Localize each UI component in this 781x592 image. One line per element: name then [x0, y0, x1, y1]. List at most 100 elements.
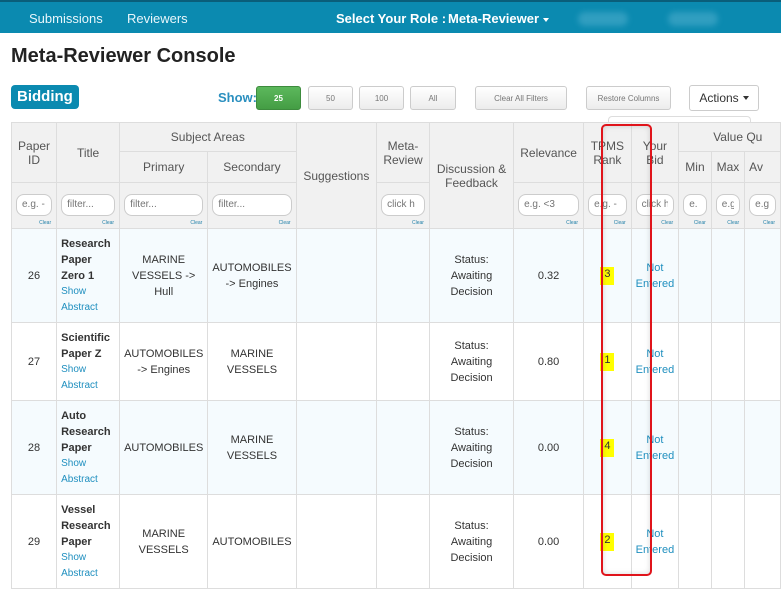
- header-value-quality: Value Qu: [678, 122, 781, 152]
- min-filter-input[interactable]: [683, 193, 707, 216]
- bid-cell: Not Entered: [630, 400, 680, 495]
- show-abstract-link[interactable]: Show Abstract: [61, 362, 115, 394]
- page-size-100-button[interactable]: 100: [359, 86, 404, 110]
- show-abstract-text: Show: [61, 457, 87, 469]
- tpms-rank-cell: 1: [583, 322, 632, 401]
- secondary-area-cell: MARINE VESSELS: [207, 322, 297, 401]
- table-row: 28 Auto Research Paper Show Abstract AUTOMOB…: [10, 400, 781, 495]
- clear-filter-link[interactable]: Clear: [190, 220, 202, 226]
- primary-area-cell: AUTOMOBILES: [119, 400, 209, 495]
- title-filter-input[interactable]: [61, 193, 116, 216]
- discussion-cell: Status: Awaiting Decision: [428, 228, 515, 323]
- show-abstract-text: Abstract: [61, 473, 98, 485]
- header-title[interactable]: Title: [56, 122, 121, 183]
- header-secondary[interactable]: Secondary: [207, 151, 297, 183]
- tpms-rank-value: 4: [600, 438, 615, 457]
- title-cell: Auto Research Paper Show Abstract: [56, 400, 121, 495]
- header-relevance[interactable]: Relevance: [513, 122, 585, 183]
- filter-cell-paper-id: Clear: [10, 182, 58, 229]
- filter-cell-meta-review: Clear: [376, 182, 430, 229]
- meta-review-filter-input[interactable]: [381, 193, 425, 216]
- page-size-all-button[interactable]: All: [410, 86, 456, 110]
- paper-id-cell: 29: [10, 494, 58, 589]
- clear-filter-link[interactable]: Clear: [694, 220, 706, 226]
- show-abstract-text: Abstract: [61, 379, 98, 391]
- header-tpms-rank[interactable]: TPMS Rank: [583, 122, 632, 183]
- primary-filter-input[interactable]: [124, 193, 204, 216]
- max-cell: [710, 400, 746, 495]
- clear-filter-link[interactable]: Clear: [279, 220, 291, 226]
- page-size-25-button[interactable]: 25: [256, 86, 301, 110]
- show-abstract-text: Show: [61, 551, 87, 563]
- bid-link[interactable]: Not Entered: [636, 262, 675, 290]
- clear-filter-link[interactable]: Clear: [661, 220, 673, 226]
- primary-area-cell: MARINE VESSELS: [119, 494, 209, 589]
- max-cell: [710, 494, 746, 589]
- nav-submissions-link[interactable]: Submissions: [29, 11, 103, 26]
- header-discussion[interactable]: Discussion & Feedback: [428, 122, 515, 229]
- header-avg[interactable]: Av: [744, 151, 781, 183]
- header-paper-id[interactable]: Paper ID: [10, 122, 58, 183]
- min-cell: [678, 322, 712, 401]
- filter-cell-tpms-rank: Clear: [583, 182, 632, 229]
- filter-cell-secondary: Clear: [207, 182, 297, 229]
- suggestions-cell: [295, 400, 378, 495]
- paper-id-filter-input[interactable]: [16, 193, 53, 216]
- header-meta-review[interactable]: Meta-Review: [376, 122, 430, 183]
- nav-reviewers-link[interactable]: Reviewers: [127, 11, 188, 26]
- restore-columns-button[interactable]: Restore Columns: [586, 86, 671, 110]
- bid-link[interactable]: Not Entered: [636, 434, 675, 462]
- avg-filter-input[interactable]: [749, 193, 776, 216]
- max-cell: [710, 228, 746, 323]
- redacted-user-menu: [668, 12, 718, 26]
- clear-all-filters-button[interactable]: Clear All Filters: [475, 86, 567, 110]
- table-row: 26 Research Paper Zero 1 Show Abstract MARIN…: [10, 228, 781, 323]
- header-min[interactable]: Min: [678, 151, 712, 183]
- clear-filter-link[interactable]: Clear: [102, 220, 114, 226]
- bid-cell: Not Entered: [630, 322, 680, 401]
- tpms-rank-filter-input[interactable]: [588, 193, 627, 216]
- clear-filter-link[interactable]: Clear: [39, 220, 51, 226]
- your-bid-filter-input[interactable]: [635, 193, 675, 216]
- bid-link[interactable]: Not Entered: [636, 348, 675, 376]
- clear-filter-link[interactable]: Clear: [763, 220, 775, 226]
- show-abstract-link[interactable]: Show Abstract: [61, 550, 115, 582]
- redacted-user-info: [578, 12, 628, 26]
- table-row: 29 Vessel Research Paper Show Abstract MARIN…: [10, 494, 781, 589]
- paper-title: Scientific Paper Z: [61, 331, 111, 360]
- bid-link[interactable]: Not Entered: [636, 528, 675, 556]
- header-suggestions[interactable]: Suggestions: [295, 122, 378, 229]
- relevance-filter-input[interactable]: [518, 193, 580, 216]
- secondary-area-cell: AUTOMOBILES: [207, 494, 297, 589]
- role-label: Select Your Role :: [336, 11, 447, 26]
- header-your-bid[interactable]: Your Bid: [630, 122, 680, 183]
- secondary-filter-input[interactable]: [212, 193, 292, 216]
- max-cell: [710, 322, 746, 401]
- show-abstract-link[interactable]: Show Abstract: [61, 284, 115, 316]
- avg-cell: [744, 494, 781, 589]
- clear-filter-link[interactable]: Clear: [566, 220, 578, 226]
- show-abstract-link[interactable]: Show Abstract: [61, 456, 115, 488]
- paper-id-cell: 27: [10, 322, 58, 401]
- clear-filter-link[interactable]: Clear: [727, 220, 739, 226]
- meta-review-cell: [376, 228, 430, 323]
- header-max[interactable]: Max: [710, 151, 746, 183]
- meta-review-cell: [376, 400, 430, 495]
- page-size-50-button[interactable]: 50: [308, 86, 353, 110]
- page-title: Meta-Reviewer Console: [11, 45, 236, 67]
- relevance-cell: 0.80: [513, 322, 585, 401]
- role-dropdown[interactable]: Meta-Reviewer: [448, 11, 550, 26]
- avg-cell: [744, 322, 781, 401]
- caret-down-icon: [742, 96, 749, 100]
- paper-title: Auto Research Paper: [61, 409, 111, 454]
- clear-filter-link[interactable]: Clear: [614, 220, 626, 226]
- paper-id-cell: 26: [10, 228, 58, 323]
- tpms-rank-value: 2: [600, 532, 615, 551]
- discussion-cell: Status: Awaiting Decision: [428, 400, 515, 495]
- actions-dropdown-button[interactable]: Actions: [689, 85, 759, 111]
- discussion-cell: Status: Awaiting Decision: [428, 322, 515, 401]
- clear-filter-link[interactable]: Clear: [412, 220, 424, 226]
- max-filter-input[interactable]: [715, 193, 741, 216]
- paper-id-cell: 28: [10, 400, 58, 495]
- header-primary[interactable]: Primary: [119, 151, 209, 183]
